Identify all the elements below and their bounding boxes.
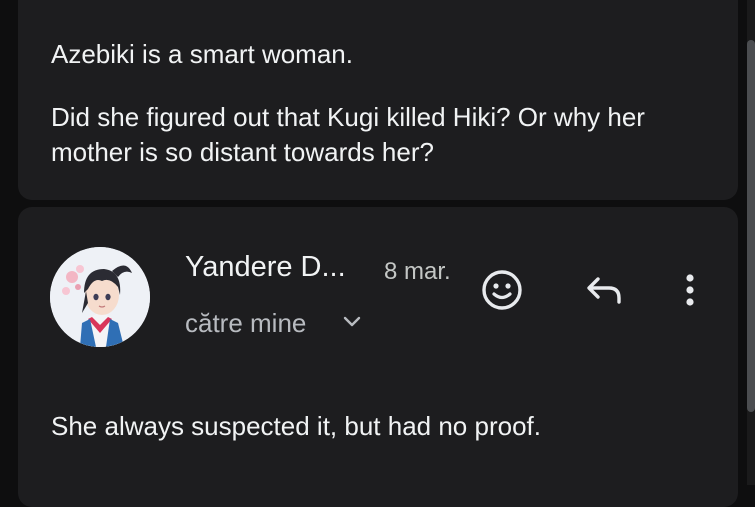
scrollbar-thumb[interactable]	[747, 40, 755, 412]
smiley-face-icon	[482, 270, 522, 310]
more-vert-icon	[686, 274, 694, 306]
sender-avatar[interactable]	[50, 247, 150, 347]
more-options-button[interactable]	[665, 265, 715, 315]
sender-name[interactable]: Yandere D...	[185, 251, 346, 284]
recipient-label[interactable]: către mine	[185, 308, 306, 339]
message-body-paragraph: Azebiki is a smart woman.	[51, 39, 353, 69]
scrollbar[interactable]	[747, 0, 755, 485]
reply-message-card: Yandere D... 8 mar. către mine She alway…	[18, 207, 738, 507]
message-date: 8 mar.	[384, 258, 451, 285]
add-reaction-button[interactable]	[477, 265, 527, 315]
avatar-image	[50, 247, 150, 347]
reply-arrow-icon	[587, 277, 621, 304]
message-body: She always suspected it, but had no proo…	[51, 411, 541, 441]
previous-message-card: Azebiki is a smart woman. Did she figure…	[18, 0, 738, 200]
reply-button[interactable]	[579, 265, 629, 315]
message-body-paragraph: Did she figured out that Kugi killed Hik…	[51, 102, 653, 167]
chevron-down-icon[interactable]	[341, 313, 363, 331]
